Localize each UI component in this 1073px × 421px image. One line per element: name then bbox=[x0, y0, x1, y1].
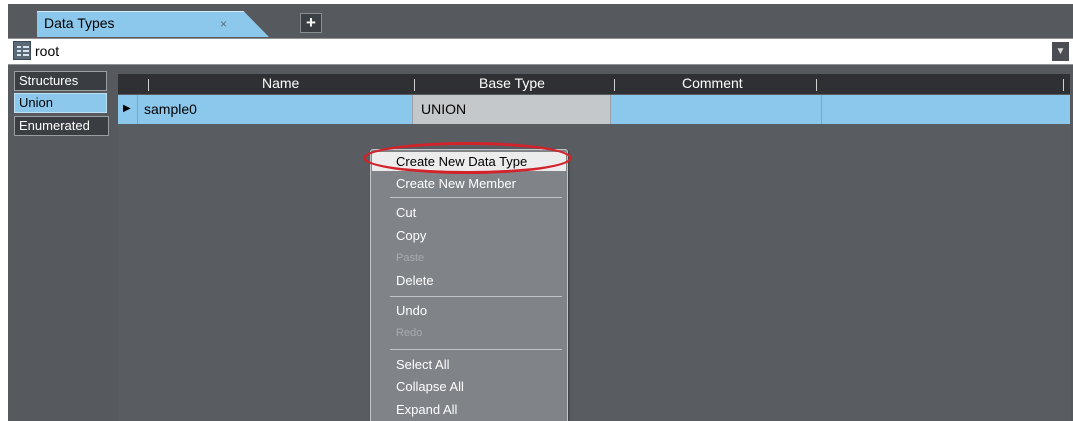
category-union[interactable]: Union bbox=[14, 93, 107, 113]
column-header-name[interactable]: Name bbox=[262, 75, 299, 91]
menu-item-undo[interactable]: Undo bbox=[396, 303, 427, 318]
menu-item-create-new-data-type[interactable]: Create New Data Type bbox=[396, 154, 527, 169]
menu-item-cut[interactable]: Cut bbox=[396, 205, 416, 220]
data-type-grid: Name Base Type Comment ▶ sample0 UNION bbox=[118, 74, 1070, 421]
row-marker-icon: ▶ bbox=[123, 103, 131, 114]
close-icon[interactable]: × bbox=[220, 17, 227, 31]
column-header-base-type[interactable]: Base Type bbox=[479, 75, 545, 91]
tab-strip: Data Types × + bbox=[8, 4, 1073, 37]
menu-item-paste: Paste bbox=[396, 252, 425, 264]
grid-header: Name Base Type Comment bbox=[118, 74, 1070, 94]
tree-icon[interactable] bbox=[13, 41, 31, 60]
tab-data-types[interactable]: Data Types × bbox=[37, 11, 269, 37]
cell-name[interactable]: sample0 bbox=[144, 101, 197, 117]
data-types-editor: Data Types × + root ▼ Structures Union E… bbox=[8, 4, 1073, 421]
menu-item-create-new-member[interactable]: Create New Member bbox=[396, 176, 516, 191]
cell-base-type[interactable]: UNION bbox=[412, 95, 611, 124]
context-menu: Create New Data Type Create New Member C… bbox=[370, 149, 568, 421]
path-value: root bbox=[35, 43, 60, 59]
category-structures[interactable]: Structures bbox=[14, 71, 107, 91]
add-tab-button[interactable]: + bbox=[300, 13, 322, 33]
menu-item-expand-all[interactable]: Expand All bbox=[396, 402, 457, 417]
path-bar[interactable]: root ▼ bbox=[8, 38, 1073, 65]
menu-item-delete[interactable]: Delete bbox=[396, 273, 434, 288]
category-enumerated[interactable]: Enumerated bbox=[14, 116, 109, 136]
column-header-comment[interactable]: Comment bbox=[682, 75, 743, 91]
menu-item-copy[interactable]: Copy bbox=[396, 228, 426, 243]
cell-base-type-value: UNION bbox=[421, 101, 467, 117]
chevron-down-icon[interactable]: ▼ bbox=[1052, 42, 1069, 61]
menu-item-redo: Redo bbox=[396, 327, 423, 339]
table-row[interactable]: ▶ sample0 UNION bbox=[118, 95, 1070, 124]
menu-item-select-all[interactable]: Select All bbox=[396, 357, 449, 372]
menu-item-collapse-all[interactable]: Collapse All bbox=[396, 379, 464, 394]
tab-label: Data Types bbox=[44, 15, 115, 31]
